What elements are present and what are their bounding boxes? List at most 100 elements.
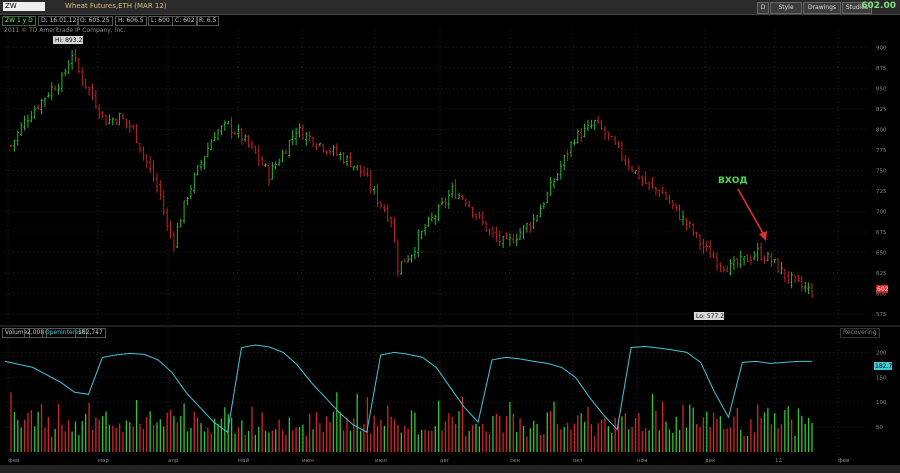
ohlc-bar (352, 165, 356, 171)
ohlc-bar (647, 182, 651, 191)
ohlc-bar (342, 151, 345, 165)
ohlc-bar (311, 136, 315, 148)
ohlc-bar (610, 135, 613, 138)
ohlc-bar (776, 258, 780, 273)
ohlc-bar (288, 139, 291, 158)
ohlc-bar (627, 157, 630, 171)
ohlc-bar (101, 110, 104, 119)
ohlc-bar (664, 191, 668, 200)
ohlc-bar (742, 256, 746, 266)
ohlc-bar (440, 197, 444, 206)
ohlc-bar (800, 275, 804, 292)
ohlc-bar (532, 213, 535, 230)
price-tick-label: 775 (876, 148, 887, 154)
ohlc-bar (613, 135, 617, 146)
ohlc-bar (498, 230, 501, 246)
price-tick-label: 850 (876, 86, 887, 92)
ohlc-bar (77, 57, 81, 74)
ohlc-bar (379, 201, 383, 209)
ohlc-bar (104, 114, 108, 126)
ohlc-bar (70, 50, 74, 70)
ohlc-bar (620, 141, 624, 162)
ohlc-bar (176, 222, 179, 249)
ohlc-bar (770, 252, 773, 267)
ohlc-bar (474, 213, 478, 221)
scroll-footer[interactable] (0, 465, 900, 473)
ohlc-bar (322, 144, 325, 153)
ohlc-bar (121, 113, 125, 120)
ohlc-bar (294, 127, 298, 146)
price-tick-label: 875 (876, 66, 887, 72)
low-tag-text: Lo: 577.25 (696, 313, 728, 320)
ohlc-bar (583, 123, 586, 138)
ohlc-bar (675, 204, 678, 212)
ohlc-bar (603, 126, 607, 141)
ohlc-bar (403, 258, 406, 263)
ohlc-bar (759, 242, 763, 261)
ohlc-bar (457, 192, 461, 200)
ohlc-bar (725, 265, 729, 273)
ohlc-bar (556, 173, 559, 181)
ohlc-bar (277, 158, 281, 166)
oi-tag-text: 182.75 (875, 363, 896, 370)
ohlc-bar (199, 159, 203, 171)
ohlc-bar (155, 172, 159, 193)
ohlc-bar (732, 255, 736, 271)
price-tick-label: 700 (876, 209, 887, 215)
ohlc-bar (515, 234, 518, 247)
ohlc-bar (542, 201, 546, 209)
ohlc-bar (60, 72, 64, 93)
ohlc-bar (243, 134, 247, 142)
ohlc-bar (736, 257, 739, 268)
ohlc-bar (552, 177, 556, 189)
ohlc-bar (702, 238, 705, 254)
ohlc-bar (43, 97, 47, 107)
ohlc-bar (396, 239, 400, 278)
ohlc-bar (349, 152, 352, 168)
ohlc-bar (172, 231, 176, 252)
ohlc-bar (179, 218, 182, 228)
month-tick-label: сен (510, 458, 520, 464)
month-tick-label: июл (375, 458, 387, 464)
ohlc-bar (695, 231, 698, 239)
ohlc-bar (345, 155, 349, 167)
ohlc-bar (366, 167, 369, 177)
ohlc-bar (162, 190, 165, 216)
ohlc-bar (74, 49, 77, 62)
price-tick-label: 825 (876, 107, 887, 113)
ohlc-bar (189, 185, 193, 200)
ohlc-bar (19, 122, 23, 137)
ohlc-bar (23, 115, 26, 131)
ohlc-bar (186, 197, 189, 206)
ohlc-bar (91, 83, 94, 101)
ohlc-bar (135, 124, 138, 143)
ohlc-bar (685, 218, 688, 231)
ohlc-bar (315, 143, 318, 151)
month-tick-label: фев (8, 458, 19, 464)
price-chart[interactable]: 9008758508258007757507257006756506256005… (0, 0, 900, 473)
month-tick-label: май (238, 457, 250, 464)
price-tick-label: 675 (876, 230, 887, 236)
ohlc-bar (766, 251, 770, 262)
ohlc-bar (376, 183, 379, 207)
ohlc-bar (417, 229, 420, 257)
month-tick-label: апр (168, 458, 179, 464)
month-tick-label: ноя (637, 458, 647, 464)
ohlc-bar (580, 128, 583, 143)
ohlc-bar (600, 119, 603, 130)
ohlc-bar (328, 147, 332, 156)
ohlc-bar (810, 282, 814, 298)
ohlc-bar (115, 118, 118, 126)
ohlc-bar (250, 140, 254, 150)
ohlc-bar (783, 268, 787, 283)
ohlc-bar (216, 128, 220, 141)
ohlc-bar (651, 177, 654, 189)
ohlc-bar (94, 89, 98, 109)
month-tick-label: 12 (775, 458, 782, 464)
ohlc-bar (624, 155, 627, 166)
ohlc-bar (196, 165, 199, 176)
ohlc-bar (359, 165, 362, 178)
ohlc-bar (267, 163, 271, 187)
ohlc-bar (182, 200, 186, 224)
ohlc-bar (393, 217, 396, 243)
